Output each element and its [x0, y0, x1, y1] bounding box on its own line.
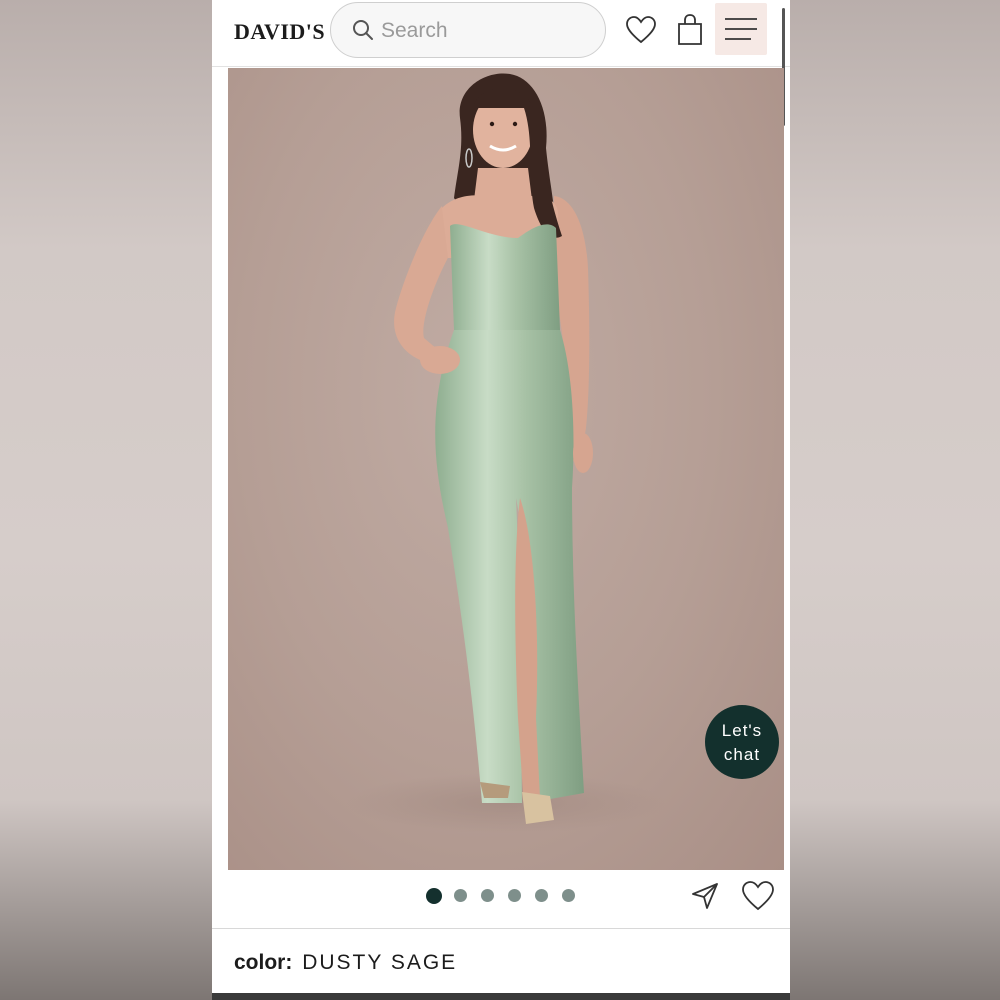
chat-label-line1: Let's — [721, 721, 763, 740]
top-header: DAVID'S Search — [212, 0, 790, 67]
search-input[interactable]: Search — [330, 2, 606, 58]
product-image[interactable] — [228, 68, 784, 870]
lets-chat-button[interactable]: Let's chat — [705, 705, 779, 779]
color-selection-row: color: DUSTY SAGE — [234, 951, 457, 975]
phone-screen: DAVID'S Search Let's chat color: DUSTY S… — [212, 0, 790, 1000]
hamburger-menu-button[interactable] — [715, 3, 767, 55]
search-placeholder: Search — [381, 19, 448, 42]
chat-label-line2: chat — [723, 745, 761, 764]
share-icon[interactable] — [690, 881, 720, 911]
favorite-heart-icon[interactable] — [742, 881, 774, 911]
model-in-dress-illustration — [346, 73, 666, 833]
hamburger-icon — [725, 18, 757, 40]
shopping-bag-icon[interactable] — [677, 14, 703, 46]
background-left — [0, 0, 212, 1000]
carousel-dot-2[interactable] — [454, 889, 467, 902]
section-divider — [212, 928, 790, 929]
search-icon — [353, 20, 373, 40]
carousel-dot-6[interactable] — [562, 889, 575, 902]
carousel-dot-5[interactable] — [535, 889, 548, 902]
bottom-edge — [212, 993, 790, 1000]
color-value: DUSTY SAGE — [302, 951, 458, 974]
carousel-dot-1[interactable] — [426, 888, 442, 904]
background-right — [790, 0, 1000, 1000]
carousel-dot-3[interactable] — [481, 889, 494, 902]
brand-logo[interactable]: DAVID'S — [234, 19, 325, 45]
color-label: color: — [234, 951, 293, 974]
wishlist-heart-icon[interactable] — [626, 16, 656, 44]
carousel-dot-4[interactable] — [508, 889, 521, 902]
